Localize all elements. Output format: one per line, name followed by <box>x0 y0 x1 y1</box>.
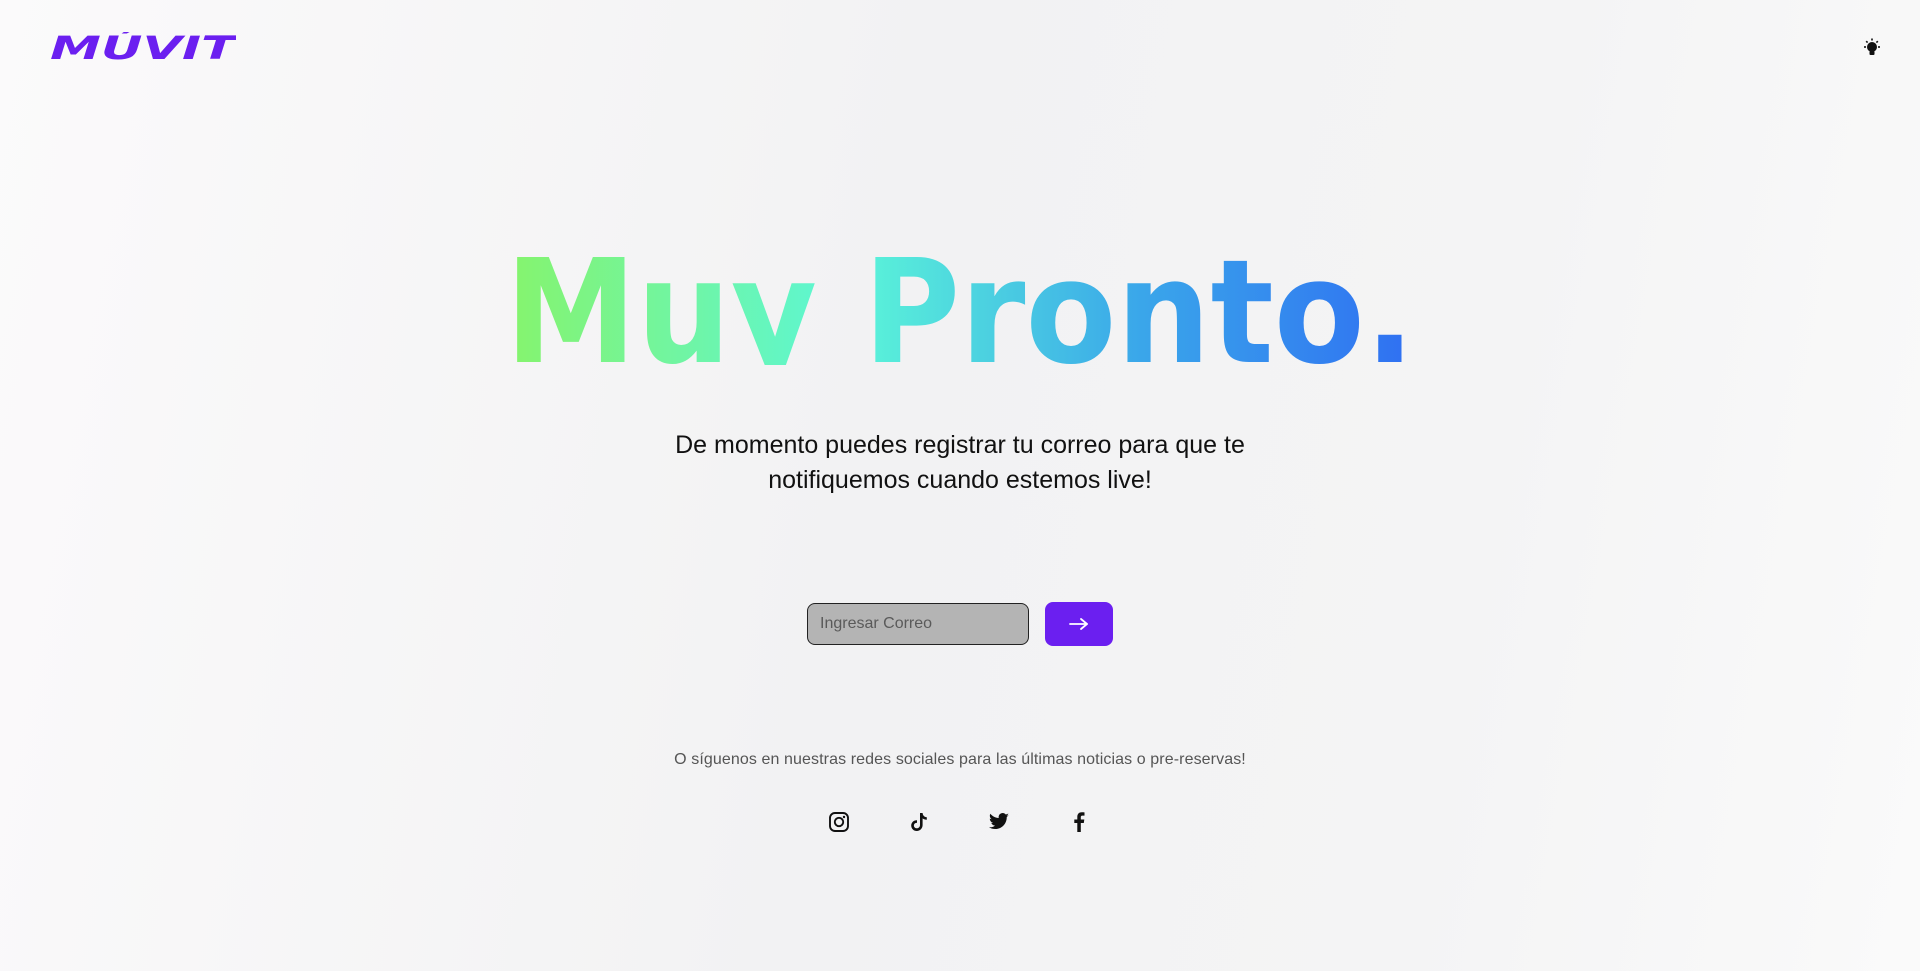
twitter-link[interactable] <box>986 809 1012 835</box>
social-caption: O síguenos en nuestras redes sociales pa… <box>674 751 1246 768</box>
facebook-link[interactable] <box>1066 809 1092 835</box>
hero-subtitle-line1: De momento puedes registrar tu correo pa… <box>675 431 1245 459</box>
lightbulb-icon <box>1864 38 1880 55</box>
twitter-icon <box>989 813 1009 830</box>
facebook-icon <box>1074 812 1085 832</box>
brand-logo[interactable]: MÚVIT <box>50 28 239 67</box>
muvit-logo-svg: MÚVIT <box>50 28 239 67</box>
arrow-right-icon <box>1069 618 1088 630</box>
hero-subtitle-line2: notifiquemos cuando estemos live! <box>768 466 1152 494</box>
hero-title-svg: Muy Pronto. <box>505 228 1415 365</box>
instagram-icon <box>829 812 849 832</box>
tiktok-link[interactable] <box>906 809 932 835</box>
social-links <box>826 809 1094 835</box>
hero-subtitle: De momento puedes registrar tu correo pa… <box>560 428 1360 498</box>
hero-title-text: Muy Pronto. <box>505 228 1415 365</box>
submit-button[interactable] <box>1045 602 1113 646</box>
tiktok-icon <box>911 813 927 831</box>
theme-toggle-button[interactable] <box>1860 36 1884 60</box>
brand-name: MÚVIT <box>50 32 236 62</box>
email-input[interactable] <box>807 603 1029 645</box>
signup-form <box>807 602 1113 646</box>
hero-title: Muy Pronto. <box>0 215 1920 365</box>
instagram-link[interactable] <box>826 809 852 835</box>
